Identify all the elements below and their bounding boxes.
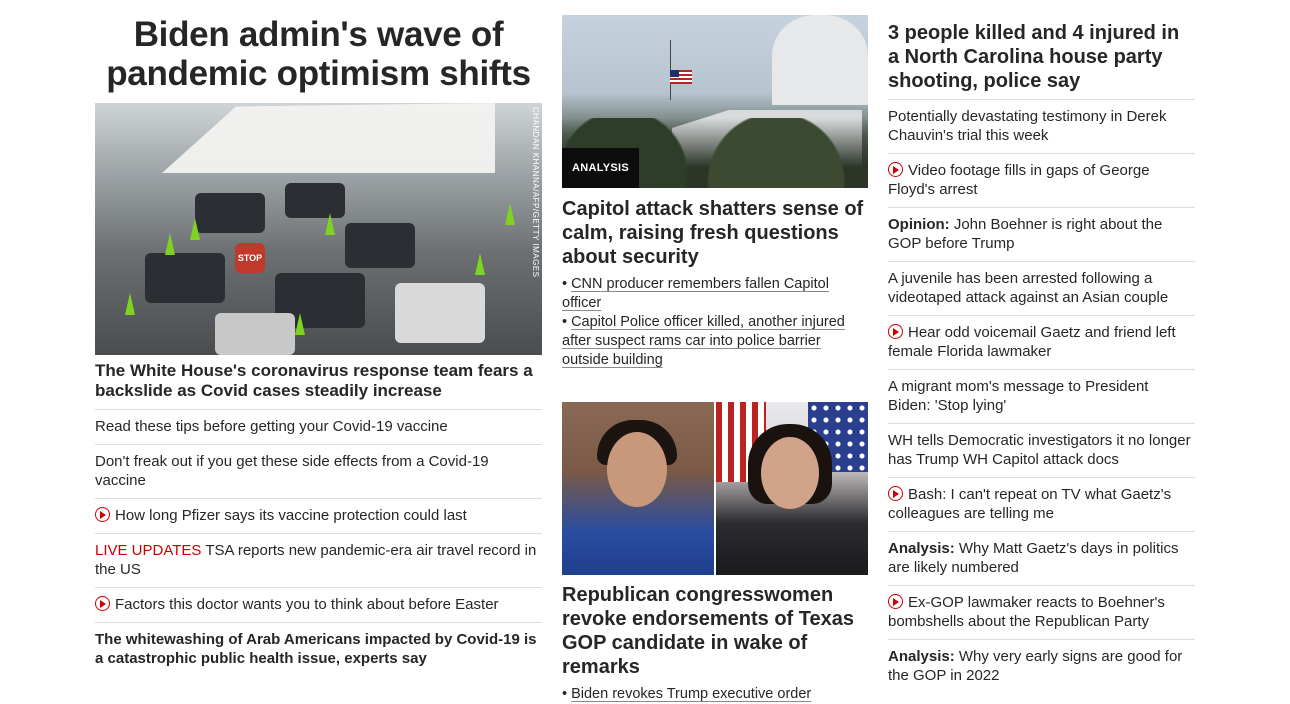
list-item[interactable]: How long Pfizer says its vaccine protect…: [95, 498, 542, 533]
list-item[interactable]: Don't freak out if you get these side ef…: [95, 444, 542, 498]
list-item[interactable]: Read these tips before getting your Covi…: [95, 409, 542, 444]
list-item[interactable]: The whitewashing of Arab Americans impac…: [95, 622, 542, 676]
photo-credit: CHANDAN KHANNA/AFP/GETTY IMAGES: [531, 107, 540, 278]
play-video-icon: [888, 594, 903, 609]
play-video-icon: [888, 486, 903, 501]
list-item[interactable]: Factors this doctor wants you to think a…: [95, 587, 542, 622]
coronavirus-column: Biden admin's wave of pandemic optimism …: [95, 0, 542, 676]
congresswomen-image[interactable]: [562, 402, 868, 575]
list-item[interactable]: Opinion: John Boehner is right about the…: [888, 207, 1195, 261]
opinion-kicker: Opinion:: [888, 216, 950, 233]
list-item[interactable]: Bash: I can't repeat on TV what Gaetz's …: [888, 477, 1195, 531]
capitol-related-links: • CNN producer remembers fallen Capitol o…: [562, 275, 868, 370]
analysis-kicker: Analysis:: [888, 540, 955, 557]
news-column: 3 people killed and 4 injured in a North…: [888, 0, 1195, 693]
congresswomen-headline[interactable]: Republican congresswomen revoke endorsem…: [562, 583, 868, 679]
congresswomen-related-links: • Biden revokes Trump executive order: [562, 685, 868, 704]
list-item[interactable]: Analysis: Why very early signs are good …: [888, 639, 1195, 693]
list-item[interactable]: Ex-GOP lawmaker reacts to Boehner's bomb…: [888, 585, 1195, 639]
list-item[interactable]: LIVE UPDATES TSA reports new pandemic-er…: [95, 533, 542, 587]
analysis-badge: ANALYSIS: [562, 148, 640, 188]
stop-sign: STOP: [235, 243, 265, 273]
capitol-image[interactable]: ANALYSIS: [562, 15, 868, 188]
lead-story-link[interactable]: STOP CHANDAN KHANNA/AFP/GETTY IMAGES The…: [95, 103, 542, 401]
list-item[interactable]: WH tells Democratic investigators it no …: [888, 423, 1195, 477]
analysis-kicker: Analysis:: [888, 648, 955, 665]
list-item[interactable]: Potentially devastating testimony in Der…: [888, 99, 1195, 153]
related-link[interactable]: • Biden revokes Trump executive order: [562, 685, 868, 704]
play-video-icon: [888, 324, 903, 339]
live-updates-label: LIVE UPDATES: [95, 542, 202, 559]
related-link[interactable]: • CNN producer remembers fallen Capitol o…: [562, 275, 868, 313]
section-title[interactable]: Biden admin's wave of pandemic optimism …: [95, 15, 542, 93]
list-item[interactable]: Hear odd voicemail Gaetz and friend left…: [888, 315, 1195, 369]
top-headline[interactable]: 3 people killed and 4 injured in a North…: [888, 21, 1195, 93]
politics-column: ANALYSIS Capitol attack shatters sense o…: [562, 0, 868, 704]
covid-testing-site-image[interactable]: STOP CHANDAN KHANNA/AFP/GETTY IMAGES: [95, 103, 542, 355]
coronavirus-story-list: Read these tips before getting your Covi…: [95, 409, 542, 676]
capitol-headline[interactable]: Capitol attack shatters sense of calm, r…: [562, 197, 868, 269]
list-item[interactable]: A juvenile has been arrested following a…: [888, 261, 1195, 315]
play-video-icon: [888, 162, 903, 177]
news-story-list: Potentially devastating testimony in Der…: [888, 99, 1195, 693]
related-link[interactable]: • Capitol Police officer killed, another …: [562, 313, 868, 370]
list-item[interactable]: Analysis: Why Matt Gaetz's days in polit…: [888, 531, 1195, 585]
flag-icon: [670, 70, 692, 84]
list-item[interactable]: A migrant mom's message to President Bid…: [888, 369, 1195, 423]
play-video-icon: [95, 507, 110, 522]
lead-headline[interactable]: The White House's coronavirus response t…: [95, 361, 542, 401]
list-item[interactable]: Video footage fills in gaps of George Fl…: [888, 153, 1195, 207]
play-video-icon: [95, 596, 110, 611]
